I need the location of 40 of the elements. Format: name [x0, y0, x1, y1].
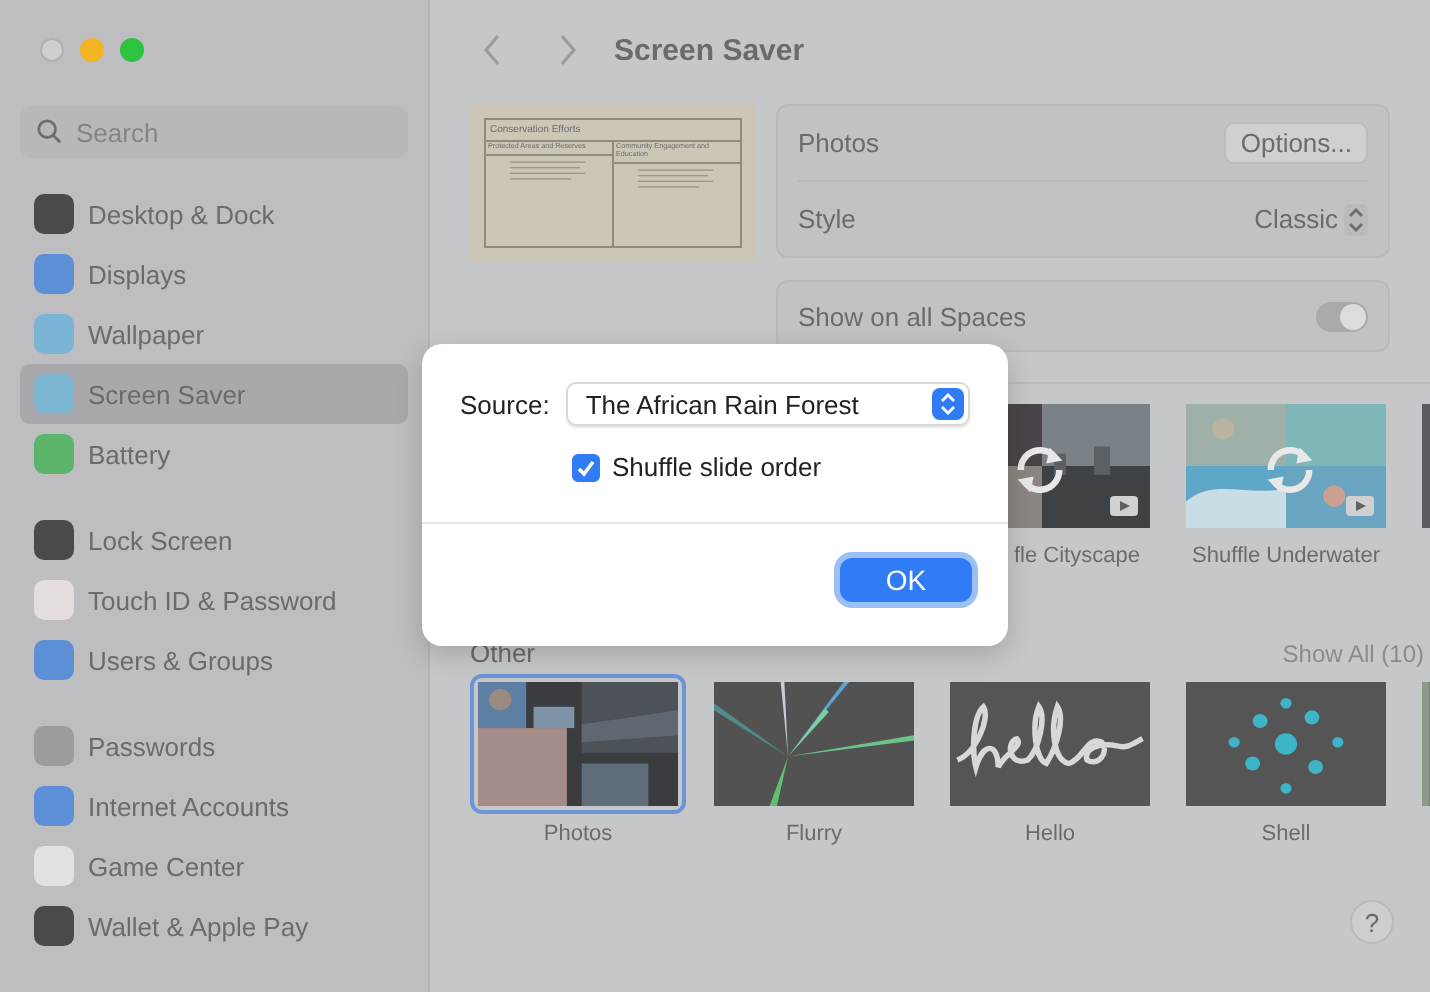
window-title: Screen Saver [614, 33, 805, 67]
sidebar-item[interactable]: Displays [20, 244, 408, 304]
screensaver-name: Shell [1261, 822, 1311, 846]
help-button[interactable]: ? [1350, 900, 1394, 944]
video-icon [1110, 496, 1138, 516]
sidebar-item[interactable]: Game Center [20, 836, 408, 896]
sidebar-item[interactable]: Passwords [20, 716, 408, 776]
screensaver-name: Photos [543, 822, 613, 846]
sidebar-item[interactable]: Users & Groups [20, 630, 408, 690]
sidebar-item[interactable]: Desktop & Dock [20, 184, 408, 244]
source-popup[interactable]: The African Rain Forest [565, 382, 970, 426]
sidebar-item[interactable]: Wallpaper [20, 304, 408, 364]
sidebar-item[interactable]: Screen Saver [20, 364, 408, 424]
screensaver-name: fle Cityscape [1014, 544, 1140, 568]
zoom-button[interactable] [120, 38, 144, 62]
sidebar-item[interactable]: Lock Screen [20, 510, 408, 570]
style-label: Style [798, 204, 856, 234]
spaces-label: Show on all Spaces [798, 301, 1027, 331]
style-popup[interactable]: Classic [1254, 203, 1368, 235]
source-label: Source: [460, 389, 550, 419]
toggle-switch[interactable] [1316, 301, 1368, 331]
close-button[interactable] [40, 38, 64, 62]
screensaver-name: Flurry [785, 822, 843, 846]
sidebar-item[interactable]: Wallet & Apple Pay [20, 896, 408, 956]
ok-button[interactable]: OK [840, 558, 972, 602]
screensaver-name: Hello [1024, 822, 1076, 846]
options-button[interactable]: Options... [1224, 122, 1368, 164]
stepper-icon [1344, 203, 1368, 235]
sidebar-item[interactable]: Battery [20, 424, 408, 484]
forward-icon[interactable] [558, 34, 578, 66]
video-icon [1346, 496, 1374, 516]
back-icon[interactable] [482, 34, 502, 66]
sidebar-item[interactable]: Internet Accounts [20, 776, 408, 836]
checkbox-label: Shuffle slide order [612, 452, 822, 482]
show-all-link[interactable]: Show All (10) [1282, 640, 1424, 668]
sidebar-item[interactable]: Touch ID & Password [20, 570, 408, 630]
screensaver-name: Shuffle Underwater [1192, 544, 1380, 568]
checkbox[interactable] [572, 453, 600, 481]
photos-label: Photos [798, 128, 879, 158]
stepper-icon [932, 388, 964, 420]
